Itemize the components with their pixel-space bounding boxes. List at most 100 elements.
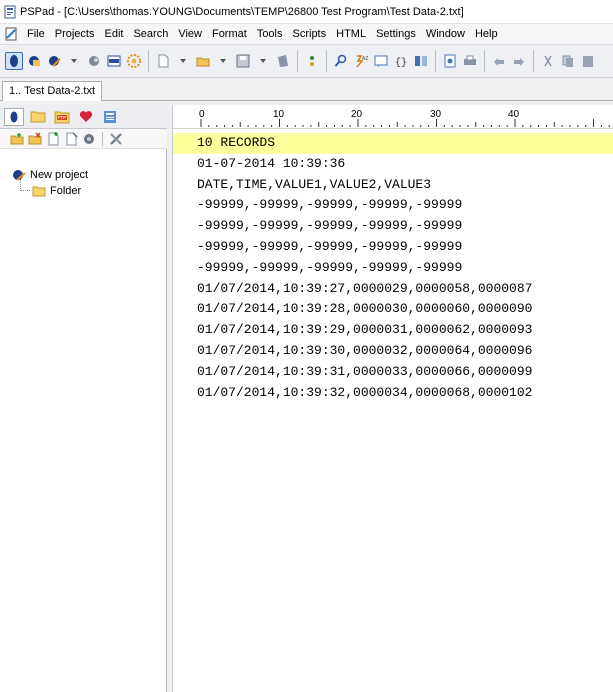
undo-icon[interactable] — [490, 52, 508, 70]
dropdown-icon[interactable] — [254, 52, 272, 70]
menu-window[interactable]: Window — [421, 28, 470, 40]
editor-line[interactable]: 01/07/2014,10:39:30,0000032,0000064,0000… — [173, 341, 613, 362]
add-files-icon[interactable] — [46, 131, 60, 146]
svg-text:{}: {} — [395, 57, 407, 68]
log-icon[interactable] — [105, 52, 123, 70]
editor-line[interactable]: 01-07-2014 10:39:36 — [173, 154, 613, 175]
document-tabs: 1.. Test Data-2.txt — [0, 79, 613, 101]
print-icon[interactable] — [461, 52, 479, 70]
clipboard-tab-icon[interactable] — [100, 108, 120, 126]
open-file-icon[interactable] — [194, 52, 212, 70]
toolbar-separator — [297, 50, 298, 72]
pspad-app-icon — [4, 5, 16, 18]
editor-line[interactable]: 01/07/2014,10:39:27,0000029,0000058,0000… — [173, 279, 613, 300]
ruler-label-40: 40 — [508, 109, 520, 120]
project-tree: New project Folder — [0, 167, 167, 199]
editor-line[interactable]: DATE,TIME,VALUE1,VALUE2,VALUE3 — [173, 175, 613, 196]
settings-icon[interactable] — [125, 52, 143, 70]
svg-text:AZ: AZ — [362, 56, 368, 62]
editor-line[interactable]: -99999,-99999,-99999,-99999,-99999 — [173, 258, 613, 279]
editor-line[interactable]: 01/07/2014,10:39:29,0000031,0000062,0000… — [173, 320, 613, 341]
editor-line[interactable]: 10 RECORDS — [173, 133, 613, 154]
project-icon[interactable] — [5, 52, 23, 70]
toolbar-separator — [326, 50, 327, 72]
open-project-icon[interactable] — [25, 52, 43, 70]
menu-tools[interactable]: Tools — [252, 28, 288, 40]
dropdown-icon[interactable] — [174, 52, 192, 70]
window-title: PSPad - [C:\Users\thomas.YOUNG\Documents… — [20, 5, 464, 18]
menu-html[interactable]: HTML — [331, 28, 371, 40]
toolbar-separator — [484, 50, 485, 72]
project-node-icon — [13, 170, 26, 181]
ruler-ticks — [200, 119, 610, 127]
save-icon[interactable] — [234, 52, 252, 70]
editor-line[interactable]: -99999,-99999,-99999,-99999,-99999 — [173, 237, 613, 258]
panel-tabs: FTP — [0, 105, 167, 129]
ruler-label-0: 0 — [199, 109, 205, 120]
settings-icon[interactable] — [82, 132, 96, 146]
new-file-icon[interactable] — [154, 52, 172, 70]
toolbar-separator — [148, 50, 149, 72]
dropdown-icon[interactable] — [214, 52, 232, 70]
text-editor[interactable]: 0 10 20 30 40 10 RECORDS 01-07-2014 10:3… — [172, 105, 613, 692]
toolbar-separator — [435, 50, 436, 72]
tree-label-project: New project — [30, 169, 89, 181]
clip-icon[interactable] — [85, 52, 103, 70]
editor-line[interactable]: -99999,-99999,-99999,-99999,-99999 — [173, 216, 613, 237]
menu-bar: File Projects Edit Search View Format To… — [0, 24, 613, 44]
preview-icon[interactable] — [441, 52, 459, 70]
brackets-icon[interactable]: {} — [392, 52, 410, 70]
folder-icon — [32, 186, 46, 197]
svg-text:FTP: FTP — [58, 115, 67, 120]
ftp-tab-icon[interactable]: FTP — [52, 108, 72, 126]
folder-tab-icon[interactable] — [28, 108, 48, 126]
new-project-icon[interactable] — [45, 52, 63, 70]
redo-icon[interactable] — [510, 52, 528, 70]
bookmark-icon[interactable] — [372, 52, 390, 70]
tools-icon[interactable] — [109, 132, 123, 146]
project-tools — [0, 129, 167, 149]
toolbar-separator — [102, 131, 103, 146]
menu-format[interactable]: Format — [207, 28, 252, 40]
copy-icon[interactable] — [559, 52, 577, 70]
find-icon[interactable] — [332, 52, 350, 70]
editor-line[interactable]: 01/07/2014,10:39:31,0000033,0000066,0000… — [173, 362, 613, 383]
add-folder-icon[interactable] — [28, 131, 42, 146]
browse-icon[interactable] — [303, 52, 321, 70]
add-file-icon[interactable] — [10, 132, 24, 146]
menu-search[interactable]: Search — [128, 28, 173, 40]
menu-file[interactable]: File — [22, 28, 50, 40]
compare-icon[interactable] — [412, 52, 430, 70]
editor-line[interactable]: 01/07/2014,10:39:28,0000030,0000060,0000… — [173, 299, 613, 320]
editor-lines[interactable]: 10 RECORDS 01-07-2014 10:39:36 DATE,TIME… — [173, 133, 613, 403]
ruler-label-20: 20 — [351, 109, 363, 120]
ruler-label-30: 30 — [430, 109, 442, 120]
ruler-label-10: 10 — [273, 109, 285, 120]
tab-test-data-2[interactable]: 1.. Test Data-2.txt — [2, 81, 103, 101]
dropdown-icon[interactable] — [65, 52, 83, 70]
editor-line[interactable]: 01/07/2014,10:39:32,0000034,0000068,0000… — [173, 383, 613, 404]
menu-settings[interactable]: Settings — [371, 28, 421, 40]
main-toolbar: AZ {} — [0, 44, 613, 78]
project-panel: FTP New project Folder — [0, 105, 167, 692]
document-menu-icon[interactable] — [4, 27, 18, 41]
replace-icon[interactable]: AZ — [352, 52, 370, 70]
tree-label-folder: Folder — [50, 185, 82, 197]
column-ruler: 0 10 20 30 40 — [173, 105, 613, 129]
menu-view[interactable]: View — [173, 28, 207, 40]
tree-item-new-project[interactable]: New project — [0, 167, 167, 183]
cut-icon[interactable] — [539, 52, 557, 70]
paste-icon[interactable] — [579, 52, 597, 70]
editor-line[interactable]: -99999,-99999,-99999,-99999,-99999 — [173, 195, 613, 216]
menu-scripts[interactable]: Scripts — [288, 28, 332, 40]
menu-edit[interactable]: Edit — [99, 28, 128, 40]
save-all-icon[interactable] — [274, 52, 292, 70]
project-tab-icon[interactable] — [4, 107, 24, 126]
menu-projects[interactable]: Projects — [50, 28, 100, 40]
remove-icon[interactable] — [64, 131, 78, 146]
toolbar-separator — [533, 50, 534, 72]
tree-item-folder[interactable]: Folder — [0, 179, 167, 199]
favorites-tab-icon[interactable] — [76, 108, 96, 126]
menu-help[interactable]: Help — [470, 28, 503, 40]
title-bar: PSPad - [C:\Users\thomas.YOUNG\Documents… — [0, 0, 613, 24]
